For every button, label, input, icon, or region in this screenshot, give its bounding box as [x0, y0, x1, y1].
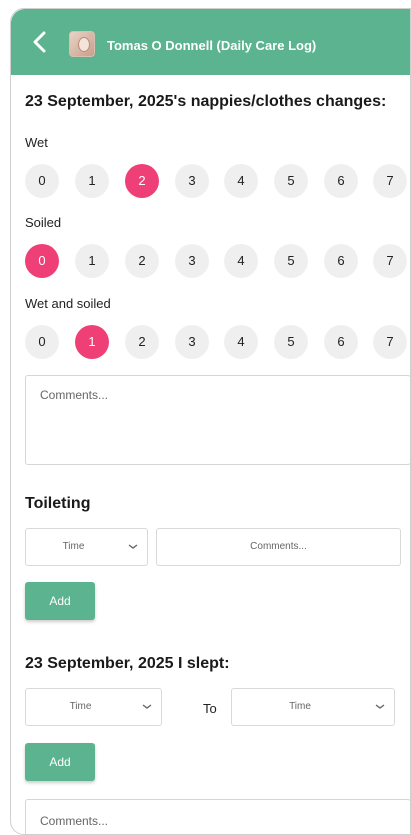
wet-option-6[interactable]: 6: [324, 164, 358, 198]
wet-and-soiled-option-1[interactable]: 1: [75, 325, 109, 359]
chevron-down-icon: [375, 704, 385, 709]
toileting-time-select[interactable]: Time: [25, 528, 148, 566]
toileting-comments-placeholder: Comments...: [250, 541, 307, 552]
wet-option-4[interactable]: 4: [224, 164, 258, 198]
chevron-down-icon: [128, 544, 138, 549]
soiled-option-1[interactable]: 1: [75, 244, 109, 278]
wet-and-soiled-option-6[interactable]: 6: [324, 325, 358, 359]
wet-option-3[interactable]: 3: [175, 164, 209, 198]
wet-and-soiled-option-2[interactable]: 2: [125, 325, 159, 359]
app-frame: Tomas O Donnell (Daily Care Log) 23 Sept…: [10, 8, 411, 835]
wet-option-0[interactable]: 0: [25, 164, 59, 198]
soiled-option-4[interactable]: 4: [224, 244, 258, 278]
soiled-option-2[interactable]: 2: [125, 244, 159, 278]
toileting-time-placeholder: Time: [62, 541, 85, 552]
sleep-from-time-select[interactable]: Time: [25, 688, 162, 726]
sleep-comments-placeholder: Comments...: [40, 814, 109, 828]
back-arrow-icon[interactable]: [29, 29, 51, 55]
nappies-comments-placeholder: Comments...: [40, 388, 109, 402]
sleep-add-button[interactable]: Add: [25, 743, 95, 781]
to-label: To: [203, 701, 217, 716]
wet-and-soiled-option-7[interactable]: 7: [373, 325, 407, 359]
wet-and-soiled-option-3[interactable]: 3: [175, 325, 209, 359]
wet-option-2[interactable]: 2: [125, 164, 159, 198]
soiled-option-0[interactable]: 0: [25, 244, 59, 278]
soiled-option-6[interactable]: 6: [324, 244, 358, 278]
soiled-option-3[interactable]: 3: [175, 244, 209, 278]
app-bar: Tomas O Donnell (Daily Care Log): [11, 9, 410, 75]
soiled-option-5[interactable]: 5: [274, 244, 308, 278]
sleep-from-placeholder: Time: [69, 701, 92, 712]
avatar: [69, 31, 95, 57]
wet-option-1[interactable]: 1: [75, 164, 109, 198]
toileting-heading: Toileting: [25, 495, 91, 512]
chevron-down-icon: [142, 704, 152, 709]
wet-and-soiled-option-5[interactable]: 5: [274, 325, 308, 359]
sleep-heading: 23 September, 2025 I slept:: [25, 655, 230, 672]
wet-and-soiled-option-4[interactable]: 4: [224, 325, 258, 359]
soiled-label: Soiled: [25, 215, 62, 230]
sleep-to-time-select[interactable]: Time: [231, 688, 395, 726]
wet-option-5[interactable]: 5: [274, 164, 308, 198]
wet-and-soiled-selector: 01234567: [25, 325, 410, 361]
toileting-comments-input[interactable]: Comments...: [156, 528, 401, 566]
wet-and-soiled-option-0[interactable]: 0: [25, 325, 59, 359]
wet-selector: 01234567: [25, 164, 410, 200]
soiled-selector: 01234567: [25, 244, 410, 280]
sleep-to-placeholder: Time: [289, 701, 311, 712]
sleep-comments-field[interactable]: Comments...: [25, 799, 410, 834]
wet-option-7[interactable]: 7: [373, 164, 407, 198]
wet-label: Wet: [25, 135, 48, 150]
toileting-add-button[interactable]: Add: [25, 582, 95, 620]
page-title: Tomas O Donnell (Daily Care Log): [107, 38, 317, 53]
nappies-comments-field[interactable]: Comments...: [25, 375, 410, 465]
nappies-heading: 23 September, 2025's nappies/clothes cha…: [25, 93, 387, 110]
soiled-option-7[interactable]: 7: [373, 244, 407, 278]
wet-and-soiled-label: Wet and soiled: [25, 296, 111, 311]
